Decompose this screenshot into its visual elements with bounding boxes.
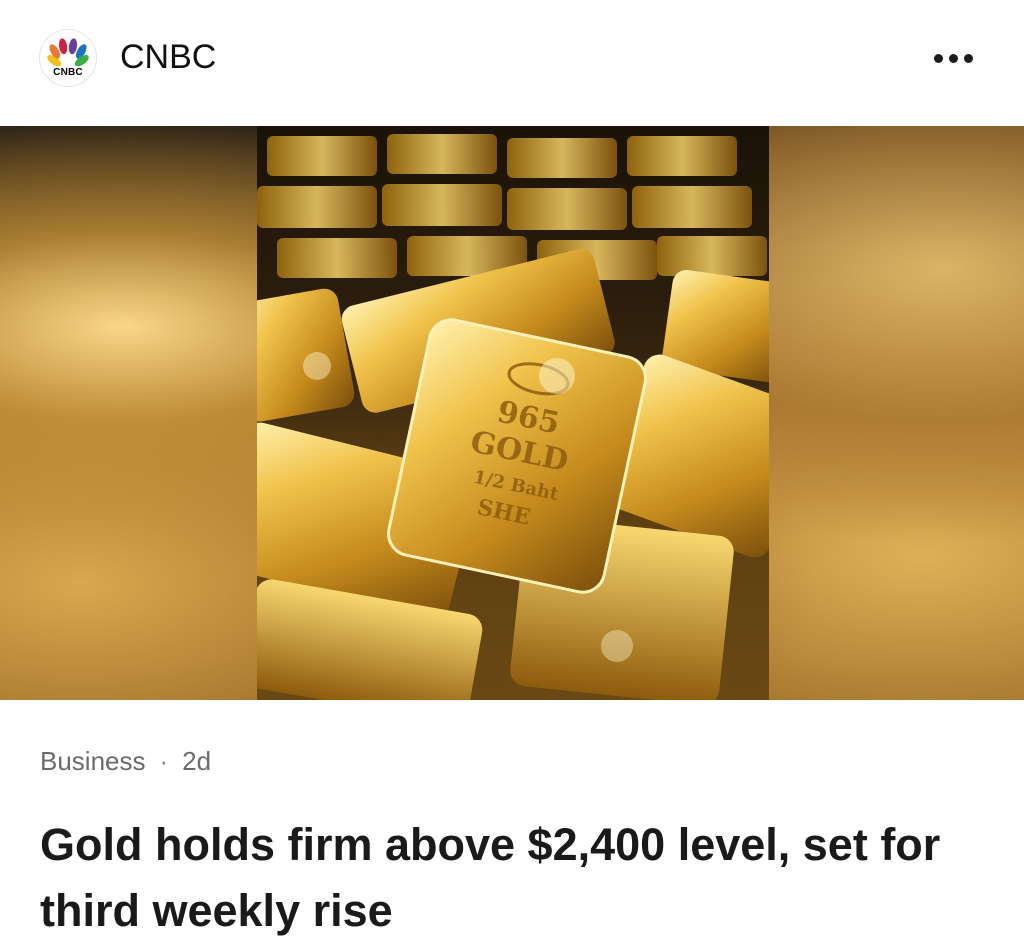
more-options-button[interactable]: [924, 40, 984, 76]
news-card[interactable]: CNBC CNBC 965 GOLD 1/2 Baht SHE Business…: [0, 0, 1024, 950]
source-logo[interactable]: CNBC: [40, 30, 96, 86]
article-meta: Business · 2d: [40, 746, 211, 777]
article-category[interactable]: Business: [40, 746, 146, 776]
source-name[interactable]: CNBC: [120, 38, 216, 77]
hero-image[interactable]: 965 GOLD 1/2 Baht SHE: [0, 126, 1024, 700]
logo-wordmark: CNBC: [53, 67, 83, 78]
article-age: 2d: [182, 746, 212, 776]
article-headline[interactable]: Gold holds firm above $2,400 level, set …: [40, 812, 980, 944]
meta-separator: ·: [159, 746, 169, 776]
card-header: CNBC CNBC: [0, 0, 1024, 124]
more-horizontal-icon: [934, 54, 943, 63]
hero-photo-gold-bars: 965 GOLD 1/2 Baht SHE: [257, 126, 769, 700]
